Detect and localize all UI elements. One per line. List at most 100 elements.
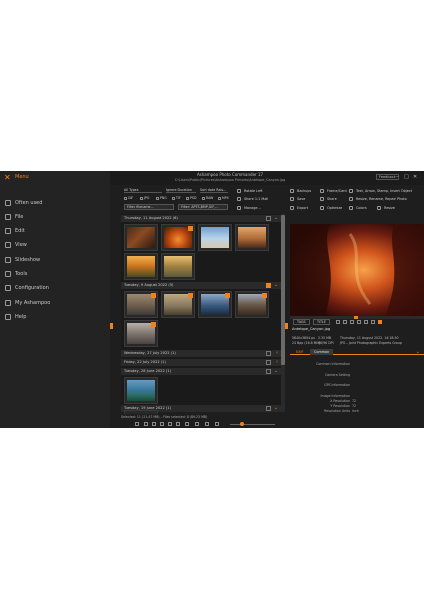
flag-icon[interactable] bbox=[357, 320, 361, 324]
text-stamp-button[interactable]: Text, Arrow, Stamp, Insert Object bbox=[349, 189, 412, 193]
frame-card-button[interactable]: Frame/Card bbox=[320, 189, 347, 193]
filter-png[interactable]: PNG bbox=[156, 196, 167, 200]
chevron-down-icon[interactable]: ⌄ bbox=[412, 349, 424, 355]
zoom-slider[interactable] bbox=[230, 424, 275, 425]
date-group-header[interactable]: Tuesday, 9 August 2022 (5) ⌄ bbox=[121, 282, 281, 289]
group-checkbox[interactable] bbox=[266, 406, 271, 411]
menu-item-my-ashampoo[interactable]: My Ashampoo bbox=[0, 297, 110, 311]
panel-collapse-handle[interactable] bbox=[285, 323, 288, 329]
menu-item-often-used[interactable]: Often used bbox=[0, 197, 110, 211]
group-checkbox[interactable] bbox=[266, 369, 271, 374]
filename-filter-input[interactable]: Filter filename… bbox=[124, 204, 174, 210]
date-group-header[interactable]: Thursday, 11 August 2022 (6) ⌄ bbox=[121, 215, 281, 222]
active-panel-icon[interactable] bbox=[378, 320, 382, 324]
color-label-icon[interactable] bbox=[350, 320, 354, 324]
filter-icon[interactable] bbox=[195, 422, 199, 426]
sort-icon[interactable] bbox=[185, 422, 189, 426]
menu-item-file[interactable]: File bbox=[0, 211, 110, 225]
thumbnail[interactable] bbox=[161, 224, 195, 251]
thumbnail[interactable] bbox=[198, 224, 232, 251]
back-icon[interactable] bbox=[135, 422, 139, 426]
group-checkbox[interactable] bbox=[266, 216, 271, 221]
minimize-button[interactable]: – bbox=[396, 174, 399, 180]
type-select[interactable]: All Types bbox=[124, 188, 162, 193]
tab-title[interactable]: TITLE bbox=[313, 319, 330, 325]
close-icon[interactable]: ✕ bbox=[4, 173, 11, 182]
menu-collapse-handle[interactable] bbox=[110, 323, 113, 329]
date-group-header[interactable]: Wednesday, 27 July 2022 (1) ‹ bbox=[121, 350, 281, 357]
export-button[interactable]: Export bbox=[290, 206, 308, 210]
thumbnail[interactable] bbox=[124, 410, 158, 414]
chevron-down-icon[interactable]: ⌄ bbox=[274, 368, 278, 374]
filmstrip-icon[interactable] bbox=[168, 422, 172, 426]
thumbnail[interactable] bbox=[235, 291, 269, 318]
menu-item-view[interactable]: View bbox=[0, 239, 110, 253]
menu-item-slideshow[interactable]: Slideshow bbox=[0, 254, 110, 268]
thumbnail[interactable] bbox=[235, 224, 269, 251]
colors-button[interactable]: Colors bbox=[349, 206, 367, 210]
filter-raw[interactable]: RAW bbox=[202, 196, 213, 200]
thumbnail[interactable] bbox=[124, 253, 158, 280]
selection-status: Selected: 11 (21.47 MB) – Files selected… bbox=[121, 415, 208, 419]
group-checkbox[interactable] bbox=[266, 351, 271, 356]
settings-icon[interactable] bbox=[215, 422, 219, 426]
repair-photo-button[interactable]: Resize, Rename, Repair Photo bbox=[349, 197, 407, 201]
filter-mp4[interactable]: MP4 bbox=[218, 196, 229, 200]
folder-icon[interactable] bbox=[176, 422, 180, 426]
menu-item-configuration[interactable]: Configuration bbox=[0, 282, 110, 296]
menu-header[interactable]: ✕ Menu bbox=[0, 171, 110, 185]
chevron-down-icon[interactable]: ⌄ bbox=[274, 405, 278, 411]
share-button[interactable]: Share bbox=[320, 197, 337, 201]
chevron-down-icon[interactable]: ‹ bbox=[276, 350, 278, 356]
sort-select[interactable]: Sort date Rais… bbox=[200, 188, 228, 193]
group-checkbox[interactable] bbox=[266, 360, 271, 365]
thumbnail[interactable] bbox=[161, 291, 195, 318]
image-preview[interactable] bbox=[290, 224, 424, 316]
list-icon[interactable] bbox=[152, 422, 156, 426]
menu-item-edit[interactable]: Edit bbox=[0, 225, 110, 239]
star-icon[interactable] bbox=[343, 320, 347, 324]
close-window-button[interactable]: ✕ bbox=[413, 174, 417, 180]
gallery-scrollbar[interactable] bbox=[281, 214, 285, 412]
maximize-button[interactable]: □ bbox=[404, 174, 409, 180]
resize-button[interactable]: Resize bbox=[377, 206, 395, 210]
menu-item-tools[interactable]: Tools bbox=[0, 268, 110, 282]
select-icon[interactable] bbox=[205, 422, 209, 426]
filter-psd[interactable]: PSD bbox=[186, 196, 196, 200]
optimize-button[interactable]: Optimize bbox=[320, 206, 342, 210]
chevron-down-icon[interactable]: ⌄ bbox=[274, 282, 278, 288]
manage-button[interactable]: Manage… bbox=[237, 206, 261, 210]
backups-button[interactable]: Backups bbox=[290, 189, 311, 193]
thumbnail[interactable] bbox=[124, 224, 158, 251]
tab-exif[interactable]: EXIF bbox=[292, 349, 307, 355]
menu-item-help[interactable]: Help bbox=[0, 311, 110, 325]
filter-tif[interactable]: TIF bbox=[172, 196, 181, 200]
chevron-down-icon[interactable]: ‹ bbox=[276, 359, 278, 365]
details-icon[interactable] bbox=[160, 422, 164, 426]
zoom-slider-handle[interactable] bbox=[240, 422, 244, 426]
share-mail-button[interactable]: Share 1:1 Mail bbox=[237, 197, 268, 201]
tab-tags[interactable]: TAGS bbox=[293, 319, 310, 325]
scrollbar-thumb[interactable] bbox=[281, 215, 285, 365]
thumbnail[interactable] bbox=[124, 291, 158, 318]
thumbnail[interactable] bbox=[198, 291, 232, 318]
grid-icon[interactable] bbox=[144, 422, 148, 426]
histogram-icon[interactable] bbox=[371, 320, 375, 324]
map-icon[interactable] bbox=[364, 320, 368, 324]
thumbnail[interactable] bbox=[124, 377, 158, 404]
extension-filter-input[interactable]: Filter: APTS,BMP,GIF,… bbox=[178, 204, 228, 210]
rotate-left-button[interactable]: Rotate Left bbox=[237, 189, 263, 193]
filter-gif[interactable]: GIF bbox=[124, 196, 133, 200]
thumbnail[interactable] bbox=[161, 253, 195, 280]
filter-jpg[interactable]: JPG bbox=[140, 196, 149, 200]
date-group-header[interactable]: Tuesday, 28 June 2022 (1) ⌄ bbox=[121, 368, 281, 375]
chevron-down-icon[interactable]: ⌄ bbox=[274, 215, 278, 221]
metadata-label: Image Information bbox=[320, 394, 350, 398]
tab-common[interactable]: Common bbox=[310, 349, 334, 355]
info-icon[interactable] bbox=[336, 320, 340, 324]
group-checkbox[interactable] bbox=[266, 283, 271, 288]
date-group-header[interactable]: Friday, 22 July 2022 (1) ‹ bbox=[121, 359, 281, 366]
ignore-select[interactable]: Ignore Duration bbox=[166, 188, 196, 193]
save-button[interactable]: Save bbox=[290, 197, 305, 201]
thumbnail[interactable] bbox=[124, 320, 158, 347]
